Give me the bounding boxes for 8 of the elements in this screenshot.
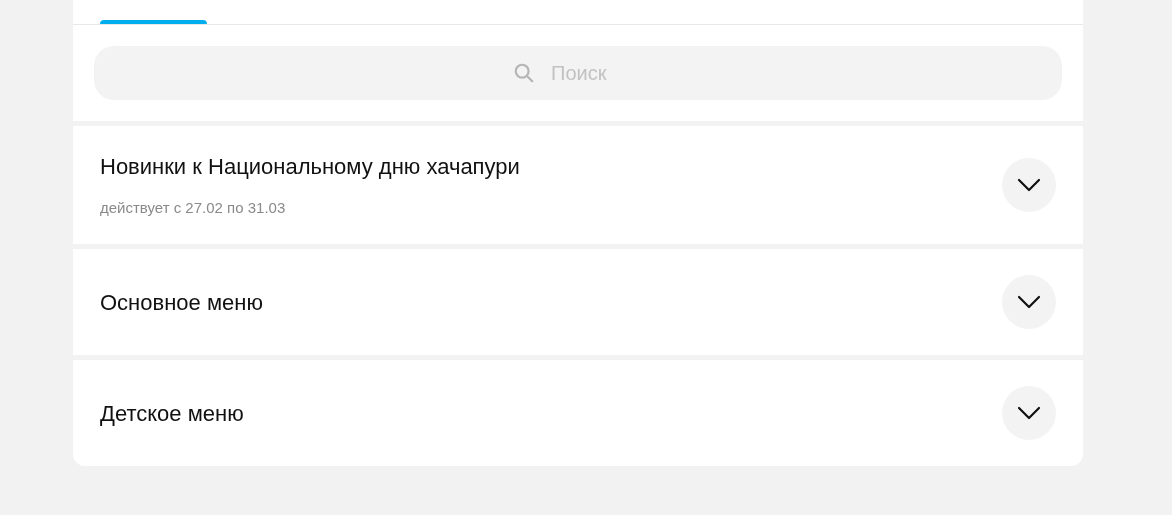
section-date: действует с 27.02 по 31.03 [100,198,287,219]
search-icon [513,62,535,84]
chevron-icon [1017,178,1041,192]
chevron-icon [1017,406,1041,420]
chevron-icon [1017,295,1041,309]
section-title[interactable]: Новинки к Национальному дню хачапури [100,150,520,184]
section-title[interactable]: Основное меню [100,285,263,319]
section-title[interactable]: Детское меню [100,396,244,430]
